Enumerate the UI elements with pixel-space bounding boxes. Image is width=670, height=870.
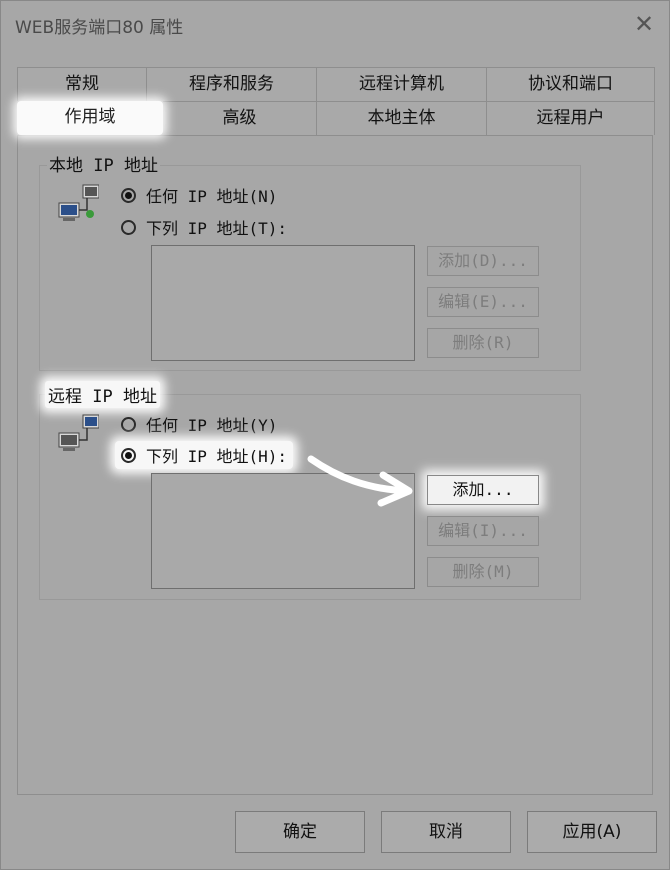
window-title: WEB服务端口80 属性 [15,18,184,38]
remote-list-ip-option[interactable]: 下列 IP 地址(H): [115,441,294,469]
local-any-ip-option[interactable]: 任何 IP 地址(N) [121,183,277,207]
apply-button[interactable]: 应用(A) [527,811,657,853]
tab-remote-computers[interactable]: 远程计算机 [317,67,487,101]
tab-scope[interactable]: 作用域 [17,101,163,135]
local-add-button[interactable]: 添加(D)... [427,246,539,276]
tab-protocols-ports[interactable]: 协议和端口 [487,67,655,101]
tab-local-principals[interactable]: 本地主体 [317,101,487,135]
network-computers-icon [58,184,99,221]
pointer-arrow-icon [307,455,413,507]
tab-remote-users[interactable]: 远程用户 [487,101,655,135]
tab-advanced[interactable]: 高级 [163,101,317,135]
properties-dialog: WEB服务端口80 属性 ✕ 常规 程序和服务 远程计算机 协议和端口 作用域 … [0,0,670,870]
ok-button[interactable]: 确定 [235,811,365,853]
cancel-button[interactable]: 取消 [381,811,511,853]
local-any-ip-radio[interactable] [121,187,136,203]
remote-any-ip-radio[interactable] [121,416,136,432]
remote-edit-button[interactable]: 编辑(I)... [427,516,539,546]
close-icon[interactable]: ✕ [627,7,661,41]
remote-any-ip-label: 任何 IP 地址(Y) [146,416,278,435]
tab-programs-services[interactable]: 程序和服务 [147,67,317,101]
remote-remove-button[interactable]: 删除(M) [427,557,539,587]
remote-any-ip-option[interactable]: 任何 IP 地址(Y) [121,412,277,436]
local-any-ip-label: 任何 IP 地址(N) [146,187,278,206]
local-remove-button[interactable]: 删除(R) [427,328,539,358]
remote-ip-legend: 远程 IP 地址 [45,381,160,408]
tab-general[interactable]: 常规 [17,67,147,101]
local-edit-button[interactable]: 编辑(E)... [427,287,539,317]
local-list-ip-option[interactable]: 下列 IP 地址(T): [121,215,287,239]
tab-row-2: 作用域 高级 本地主体 远程用户 [17,101,655,135]
remote-add-button[interactable]: 添加... [427,475,539,505]
remote-list-ip-label: 下列 IP 地址(H): [146,447,288,466]
local-ip-listbox[interactable] [151,245,415,361]
remote-list-ip-radio[interactable] [121,447,136,463]
local-list-ip-label: 下列 IP 地址(T): [146,219,288,238]
network-computers-icon [58,414,99,451]
tab-row-1: 常规 程序和服务 远程计算机 协议和端口 [17,67,655,101]
local-list-ip-radio[interactable] [121,219,136,235]
local-ip-legend: 本地 IP 地址 [47,151,160,176]
